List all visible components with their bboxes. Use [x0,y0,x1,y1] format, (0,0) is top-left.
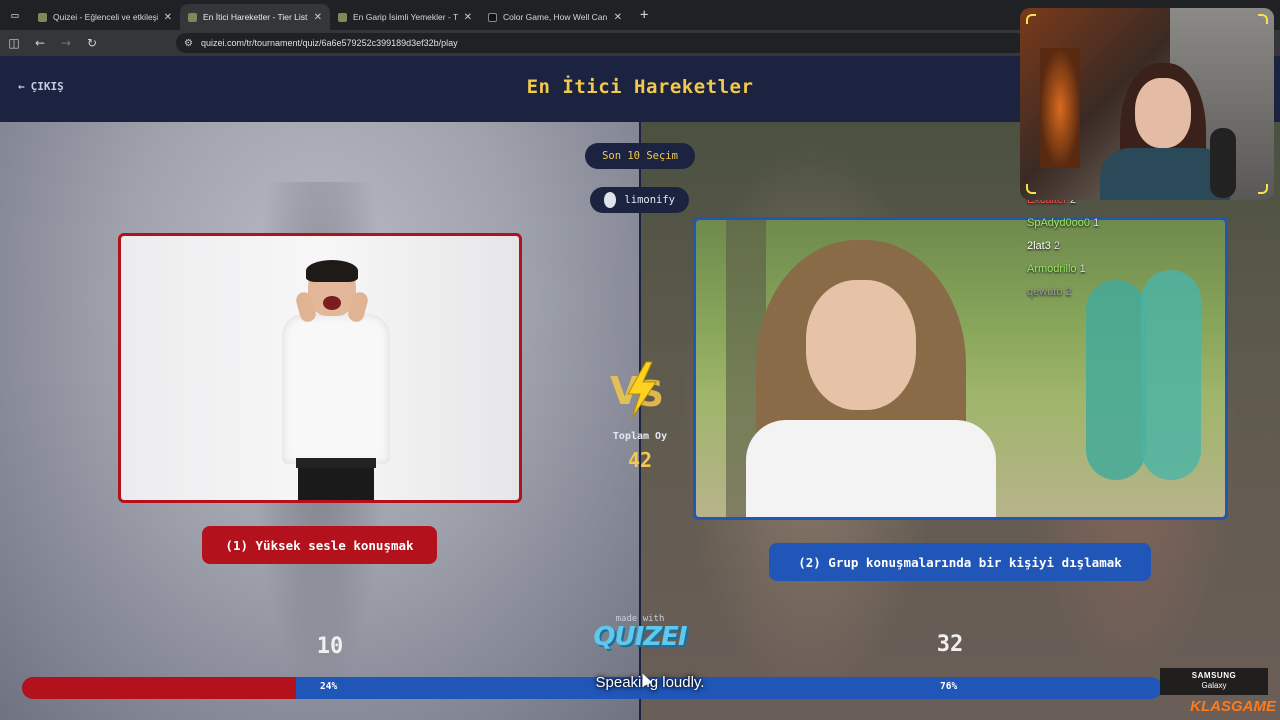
chat-line: SpAdyd0oo0 1 [1027,217,1099,240]
tab-favicon-icon [38,12,47,22]
new-tab-button[interactable]: + [640,7,648,23]
chat-count: 2 [1065,286,1072,298]
left-percent: 24% [320,681,338,692]
url-text: quizei.com/tr/tournament/quiz/6a6e579252… [200,38,458,48]
recent-choices-label: Son 10 Seçim [602,150,678,162]
chat-count: 1 [1079,263,1086,275]
option-left-label[interactable]: (1) Yüksek sesle konuşmak [202,526,437,564]
streamer-webcam [1020,8,1274,200]
browser-tab[interactable]: Color Game, How Well Can You ✕ [480,4,630,30]
quizei-logo[interactable]: QUIZEI [590,622,690,652]
option-left-image[interactable] [118,233,522,503]
chat-user: qewuto [1027,286,1063,298]
stream-chat: Excalter 2 SpAdyd0oo0 1 2lat3 2 Armodril… [1027,194,1099,309]
tab-title: Color Game, How Well Can You [503,12,608,22]
sidebar-toggle-icon[interactable]: ◫ [2,36,26,50]
chat-user: Armodrillo [1027,263,1077,275]
shouting-man-photo [276,260,396,500]
browser-tab-active[interactable]: En İtici Hareketler - Tier List, Kö ✕ [180,4,330,30]
chat-user: SpAdyd0oo0 [1027,217,1090,229]
tab-search-icon[interactable]: ▭ [0,0,30,30]
forward-arrow-icon[interactable]: → [54,36,78,50]
right-percent: 76% [940,681,958,692]
samsung-product: Galaxy [1201,681,1227,690]
chat-user: 2lat3 [1027,240,1051,252]
browser-tab[interactable]: En Garip İsimli Yemekler - Tier L ✕ [330,4,480,30]
left-vote-count: 10 [316,634,344,659]
tab-title: En İtici Hareketler - Tier List, Kö [203,12,308,22]
samsung-galaxy-logo: SAMSUNG Galaxy [1160,668,1268,695]
tab-title: En Garip İsimli Yemekler - Tier L [353,12,458,22]
tab-close-icon[interactable]: ✕ [164,12,172,23]
samsung-brand: SAMSUNG [1191,671,1237,680]
tab-favicon-icon [488,12,497,22]
chat-count: 2 [1053,240,1061,252]
total-votes-label: Toplam Oy [612,431,668,442]
chat-count: 1 [1093,217,1100,229]
tab-favicon-icon [338,12,347,22]
right-vote-count: 32 [936,632,964,657]
chat-line: qewuto 2 [1027,286,1099,309]
chat-line: Armodrillo 1 [1027,263,1099,286]
recent-choices-badge[interactable]: Son 10 Seçim [585,143,695,169]
total-votes-value: 42 [627,448,653,472]
tab-title: Quizei - Eğlenceli ve etkileşimli [53,12,158,22]
address-bar[interactable]: ⚙ quizei.com/tr/tournament/quiz/6a6e5792… [176,33,1026,53]
avatar [604,192,617,208]
option-right-label[interactable]: (2) Grup konuşmalarında bir kişiyi dışla… [769,543,1151,581]
tab-close-icon[interactable]: ✕ [314,12,322,23]
microphone-icon [1210,128,1236,198]
option-right-image[interactable] [693,217,1228,520]
quiz-stage: Son 10 Seçim limonify (1) Yüksek sesle k… [0,122,1280,720]
tab-favicon-icon [188,12,197,22]
chat-line: 2lat3 2 [1027,240,1099,263]
reload-icon[interactable]: ↻ [80,36,104,50]
vs-lightning-icon: V S [610,361,664,419]
tab-close-icon[interactable]: ✕ [614,12,622,23]
site-info-icon[interactable]: ⚙ [184,38,193,49]
klasgame-logo: KLASGAME [1190,698,1276,715]
tab-close-icon[interactable]: ✕ [464,12,472,23]
browser-tab[interactable]: Quizei - Eğlenceli ve etkileşimli ✕ [30,4,180,30]
back-arrow-icon[interactable]: ← [28,36,52,50]
creator-name: limonify [624,194,675,206]
creator-badge[interactable]: limonify [590,187,689,213]
vote-progress-left-fill [22,677,296,699]
